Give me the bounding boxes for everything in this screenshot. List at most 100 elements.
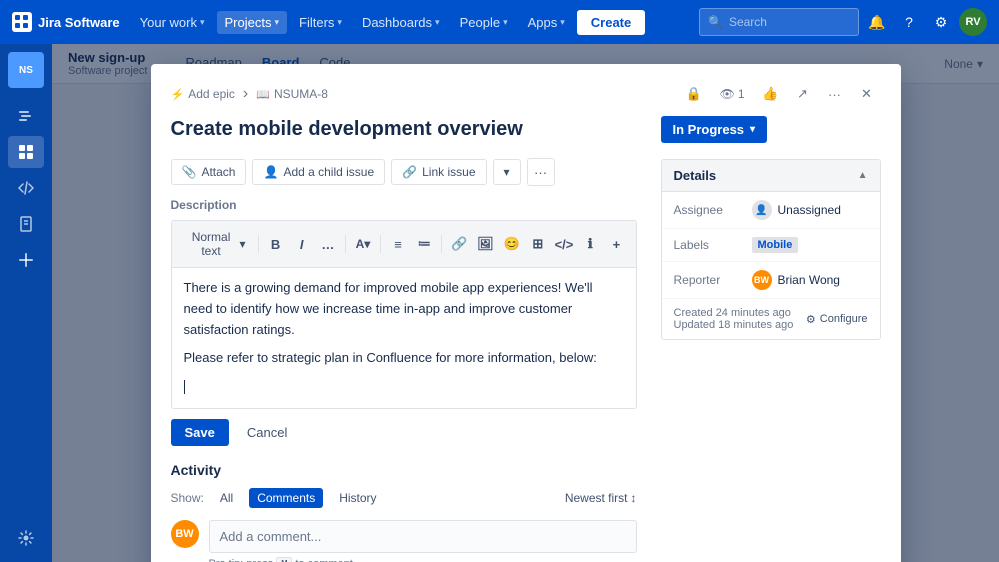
sidebar-item-board[interactable] [8, 136, 44, 168]
italic-button[interactable]: I [291, 231, 313, 257]
settings-button[interactable]: ⚙ [927, 8, 955, 36]
app-title: Jira Software [38, 15, 120, 30]
main-layout: NS New [0, 44, 999, 562]
toolbar-divider-1 [258, 235, 259, 253]
comment-tip: Pro tip: press M to comment [209, 557, 637, 562]
modal-breadcrumb: ⚡ Add epic › 📖 NSUMA-8 [171, 85, 668, 103]
nav-your-work[interactable]: Your work ▾ [132, 11, 213, 34]
updated-timestamp: Updated 18 minutes ago [674, 319, 794, 331]
more-actions-dropdown[interactable]: ▾ [493, 159, 521, 185]
details-header[interactable]: Details ▲ [662, 160, 880, 192]
app-logo-icon [12, 12, 32, 32]
assignee-avatar: 👤 [752, 200, 772, 220]
editor-actions: Save Cancel [171, 419, 637, 446]
modal-left: Create mobile development overview 📎 Att… [171, 116, 637, 562]
label-mobile-tag[interactable]: Mobile [752, 237, 799, 253]
nav-filters[interactable]: Filters ▾ [291, 11, 350, 34]
epic-icon: ⚡ [171, 88, 185, 101]
sidebar-item-add-shortcut[interactable] [8, 244, 44, 276]
action-buttons: 📎 Attach 👤 Add a child issue 🔗 Link iss [171, 158, 637, 186]
projects-chevron-icon: ▾ [274, 17, 279, 28]
details-section: Details ▲ Assignee 👤 Unassigned [661, 159, 881, 340]
notifications-button[interactable]: 🔔 [863, 8, 891, 36]
commenter-avatar: BW [171, 520, 199, 548]
search-icon: 🔍 [708, 15, 723, 29]
filter-history-button[interactable]: History [331, 488, 384, 508]
toolbar-divider-2 [345, 235, 346, 253]
bullet-list-button[interactable]: ≡ [387, 231, 409, 257]
numbered-list-button[interactable]: ≔ [413, 231, 435, 257]
sidebar-item-project-pages[interactable] [8, 208, 44, 240]
link-issue-button[interactable]: 🔗 Link issue [391, 159, 486, 185]
text-color-button[interactable]: A▾ [352, 231, 374, 257]
save-button[interactable]: Save [171, 419, 229, 446]
thumbs-up-button[interactable]: 👍 [757, 80, 785, 108]
sidebar-item-code[interactable] [8, 172, 44, 204]
link-icon: 🔗 [402, 165, 417, 179]
nav-search[interactable]: 🔍 Search [699, 8, 859, 36]
reporter-row: Reporter BW Brian Wong [662, 262, 880, 299]
info-button[interactable]: ℹ [579, 231, 601, 257]
nav-logo: Jira Software [12, 12, 120, 32]
add-child-issue-button[interactable]: 👤 Add a child issue [252, 159, 385, 185]
status-button[interactable]: In Progress ▾ [661, 116, 768, 143]
sidebar: NS [0, 44, 52, 562]
insert-button[interactable]: + [605, 231, 627, 257]
nav-projects[interactable]: Projects ▾ [217, 11, 288, 34]
apps-chevron-icon: ▾ [560, 17, 565, 28]
grid-icon [15, 15, 29, 29]
breadcrumb-story[interactable]: 📖 NSUMA-8 [256, 87, 328, 101]
reporter-label: Reporter [674, 273, 744, 287]
editor-area[interactable]: There is a growing demand for improved m… [171, 267, 637, 409]
bold-button[interactable]: B [264, 231, 286, 257]
attach-button[interactable]: 📎 Attach [171, 159, 247, 185]
activity-sort[interactable]: Newest first ↕ [565, 491, 637, 505]
cancel-button[interactable]: Cancel [237, 419, 297, 446]
tip-key-badge: M [276, 557, 292, 562]
labels-label: Labels [674, 238, 744, 252]
link-button[interactable]: 🔗 [448, 231, 470, 257]
issue-title: Create mobile development overview [171, 116, 637, 142]
nav-people[interactable]: People ▾ [452, 11, 516, 34]
emoji-button[interactable]: 😊 [501, 231, 523, 257]
filter-all-button[interactable]: All [212, 488, 241, 508]
format-chevron-icon: ▾ [240, 237, 246, 251]
eye-icon: 👁 [720, 87, 735, 101]
issue-modal: ⚡ Add epic › 📖 NSUMA-8 🔒 [151, 64, 901, 562]
breadcrumb-epic[interactable]: ⚡ Add epic [171, 87, 235, 101]
modal-backdrop: ⚡ Add epic › 📖 NSUMA-8 🔒 [52, 44, 999, 562]
more-options-button[interactable]: ··· [821, 80, 849, 108]
assignee-value[interactable]: 👤 Unassigned [752, 200, 841, 220]
help-button[interactable]: ? [895, 8, 923, 36]
more-text-options-button[interactable]: … [317, 231, 339, 257]
sidebar-item-roadmap[interactable] [8, 100, 44, 132]
create-button[interactable]: Create [577, 10, 645, 35]
configure-icon: ⚙ [806, 313, 816, 326]
editor-toolbar: Normal text ▾ B I … A▾ ≡ [171, 220, 637, 267]
code-button[interactable]: </> [553, 231, 575, 257]
share-button[interactable]: ↗ [789, 80, 817, 108]
extra-options-button[interactable]: ··· [527, 158, 555, 186]
labels-value: Mobile [752, 237, 799, 253]
dashboards-chevron-icon: ▾ [435, 17, 440, 28]
reporter-value[interactable]: BW Brian Wong [752, 270, 840, 290]
sidebar-item-project-settings[interactable] [8, 522, 44, 554]
comment-input[interactable]: Add a comment... [209, 520, 637, 553]
top-nav: Jira Software Your work ▾ Projects ▾ Fil… [0, 0, 999, 44]
modal-body: Create mobile development overview 📎 Att… [151, 116, 901, 562]
watch-button[interactable]: 👁 1 [712, 83, 753, 105]
image-button[interactable]: 🖼 [474, 231, 496, 257]
filter-comments-button[interactable]: Comments [249, 488, 323, 508]
close-button[interactable]: ✕ [853, 80, 881, 108]
user-avatar[interactable]: RV [959, 8, 987, 36]
lock-button[interactable]: 🔒 [680, 80, 708, 108]
configure-button[interactable]: ⚙ Configure [806, 313, 868, 326]
assignee-row: Assignee 👤 Unassigned [662, 192, 880, 229]
modal-actions: 🔒 👁 1 👍 ↗ ··· ✕ [680, 80, 881, 108]
text-format-select[interactable]: Normal text ▾ [180, 227, 252, 261]
table-button[interactable]: ⊞ [527, 231, 549, 257]
nav-apps[interactable]: Apps ▾ [520, 11, 573, 34]
nav-dashboards[interactable]: Dashboards ▾ [354, 11, 448, 34]
sidebar-project-icon[interactable]: NS [8, 52, 44, 88]
description-label: Description [171, 198, 637, 212]
